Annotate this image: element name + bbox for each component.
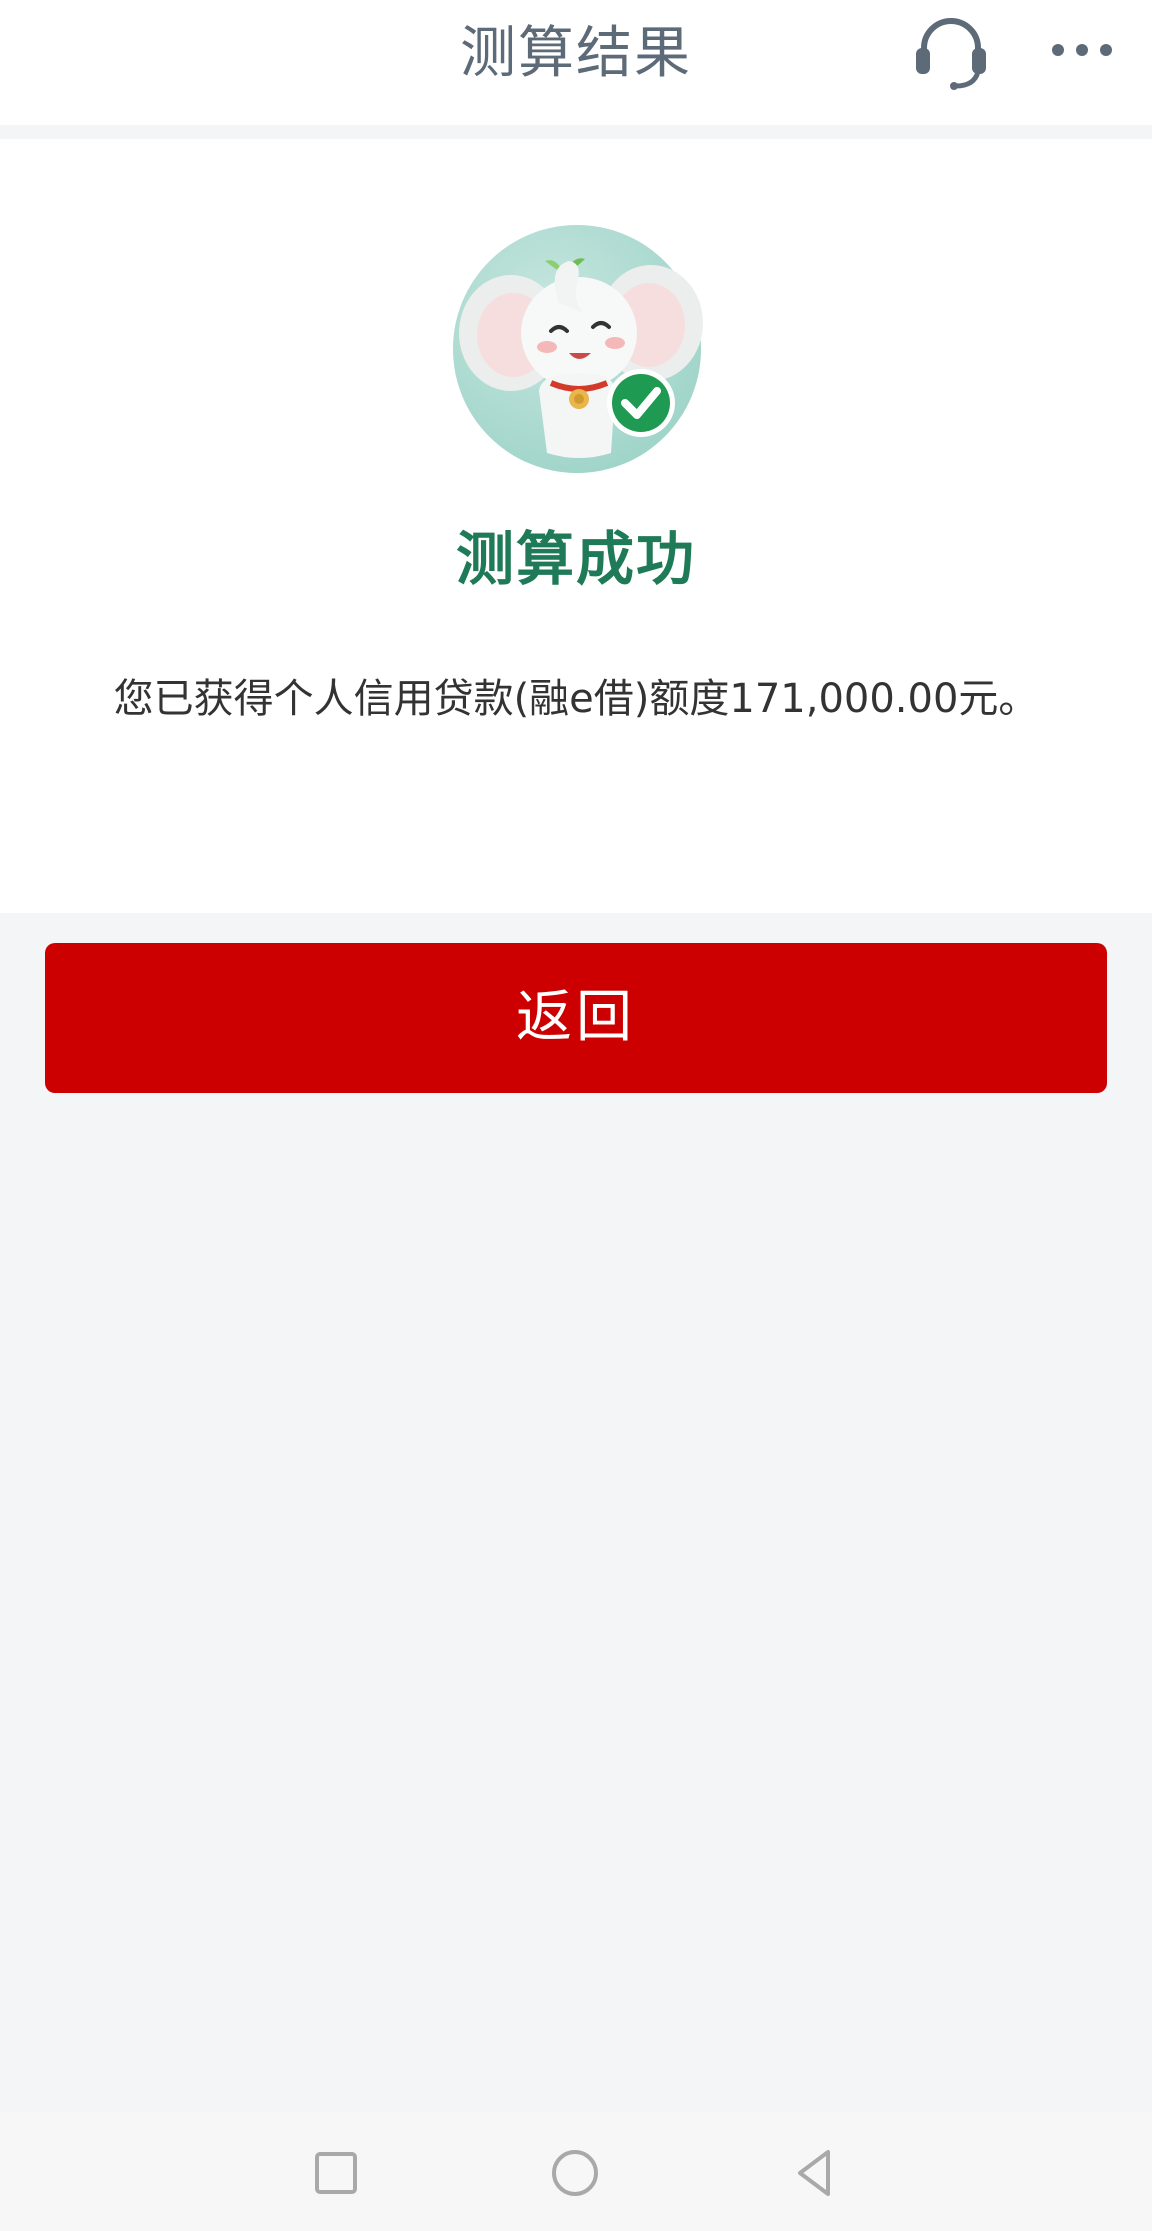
back-nav-button[interactable] — [788, 2146, 842, 2200]
credit-limit-message: 您已获得个人信用贷款(融e借)额度171,000.00元。 — [113, 676, 1039, 722]
mascot-image — [451, 223, 703, 475]
back-button[interactable]: 返回 — [45, 943, 1107, 1093]
recents-button[interactable] — [309, 2146, 363, 2200]
more-icon — [1052, 44, 1112, 56]
headset-icon — [916, 18, 986, 90]
status-title: 测算成功 — [455, 525, 696, 593]
home-button[interactable] — [548, 2146, 602, 2200]
customer-service-button[interactable] — [910, 10, 992, 90]
recents-icon — [315, 2152, 357, 2194]
more-button[interactable] — [1046, 18, 1118, 82]
top-bar: 测算结果 — [0, 0, 1152, 125]
divider — [0, 125, 1152, 139]
result-card: 测算成功 您已获得个人信用贷款(融e借)额度171,000.00元。 — [0, 139, 1152, 913]
system-navigation-bar — [0, 2112, 1152, 2231]
elephant-mascot-icon — [453, 225, 703, 473]
home-icon — [552, 2150, 598, 2196]
back-icon — [798, 2150, 830, 2196]
